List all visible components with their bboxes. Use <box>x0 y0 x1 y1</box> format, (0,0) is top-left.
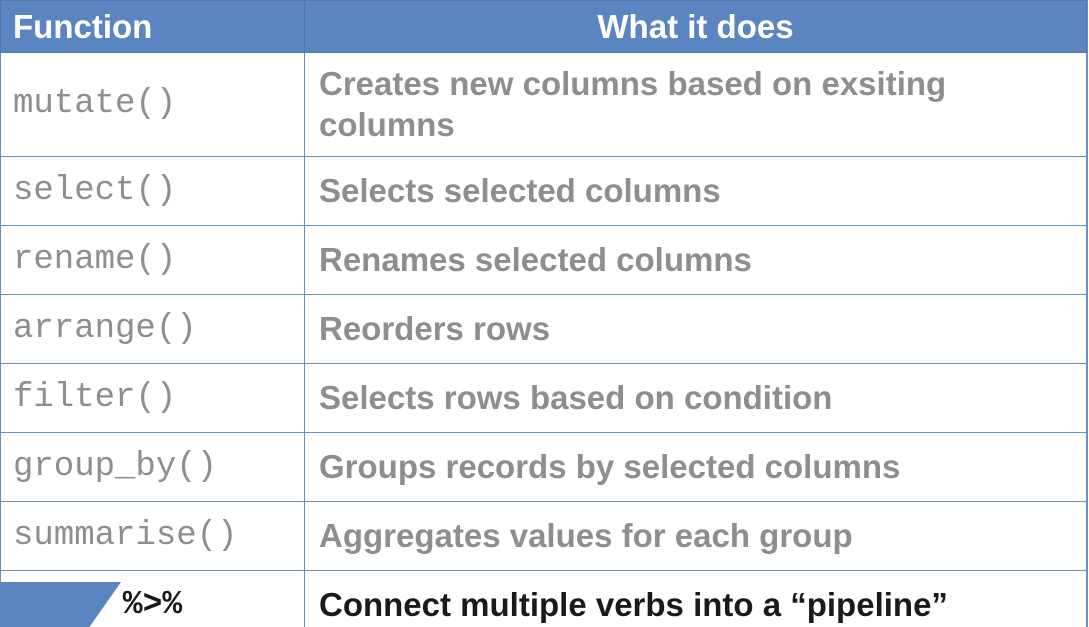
function-cell: filter() <box>1 363 305 432</box>
function-cell: group_by() <box>1 432 305 501</box>
table-row: select() Selects selected columns <box>1 156 1087 225</box>
description-cell: Connect multiple verbs into a “pipeline” <box>305 570 1087 627</box>
function-cell: arrange() <box>1 294 305 363</box>
description-cell: Renames selected columns <box>305 225 1087 294</box>
header-description: What it does <box>305 1 1087 53</box>
table-row: arrange() Reorders rows <box>1 294 1087 363</box>
function-cell: mutate() <box>1 53 305 157</box>
table-row: filter() Selects rows based on condition <box>1 363 1087 432</box>
header-function: Function <box>1 1 305 53</box>
functions-table: Function What it does mutate() Creates n… <box>0 0 1087 627</box>
function-cell: select() <box>1 156 305 225</box>
table-row-pipe: %>% Connect multiple verbs into a “pipel… <box>1 570 1087 627</box>
table-header-row: Function What it does <box>1 1 1087 53</box>
description-cell: Aggregates values for each group <box>305 501 1087 570</box>
table-row: summarise() Aggregates values for each g… <box>1 501 1087 570</box>
function-cell: rename() <box>1 225 305 294</box>
description-cell: Selects rows based on condition <box>305 363 1087 432</box>
description-cell: Creates new columns based on exsiting co… <box>305 53 1087 157</box>
function-cell: summarise() <box>1 501 305 570</box>
description-cell: Reorders rows <box>305 294 1087 363</box>
description-cell: Selects selected columns <box>305 156 1087 225</box>
table-row: rename() Renames selected columns <box>1 225 1087 294</box>
table-container: Function What it does mutate() Creates n… <box>0 0 1088 627</box>
table-row: mutate() Creates new columns based on ex… <box>1 53 1087 157</box>
description-cell: Groups records by selected columns <box>305 432 1087 501</box>
table-row: group_by() Groups records by selected co… <box>1 432 1087 501</box>
